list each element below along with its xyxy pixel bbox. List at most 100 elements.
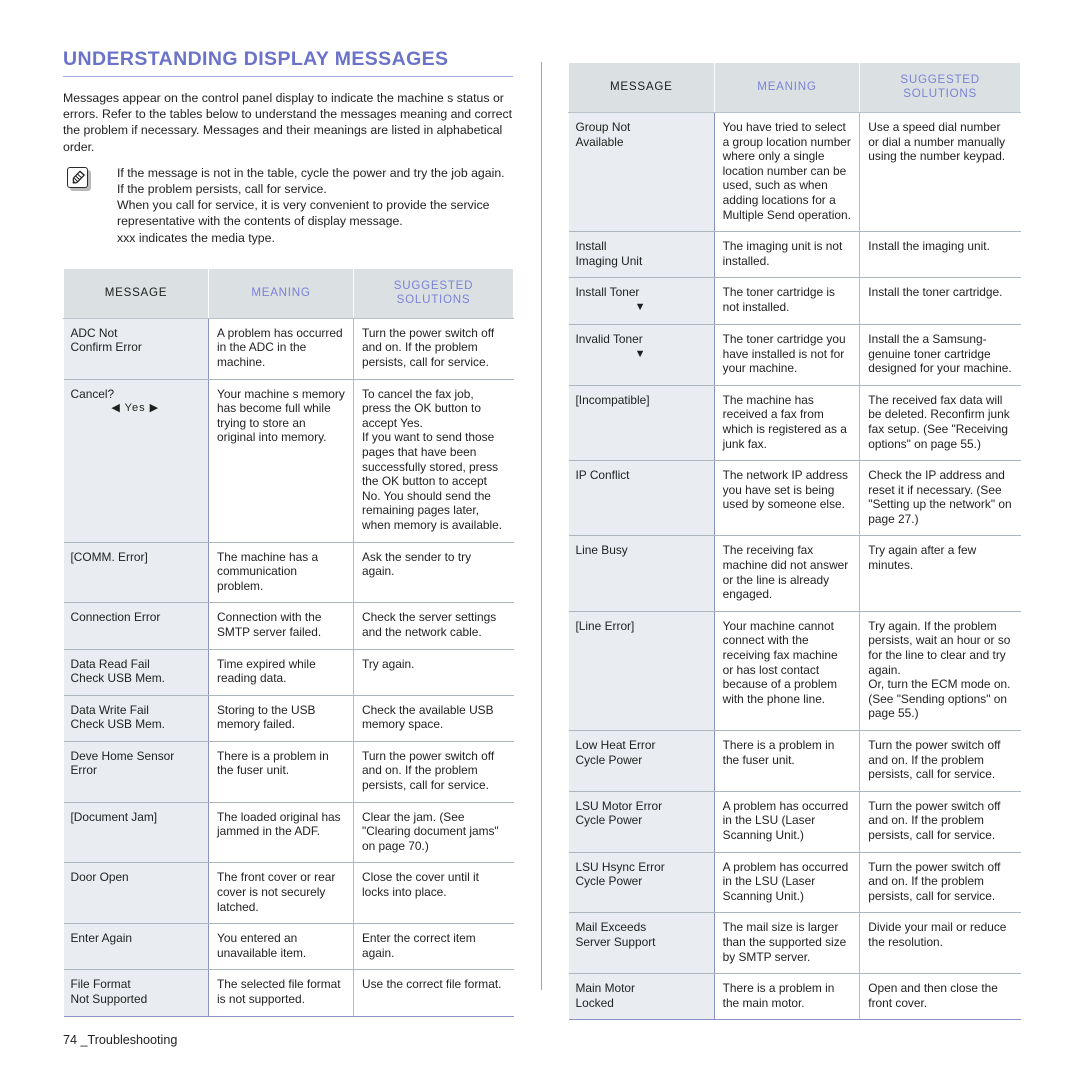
- solution-text: Open and then close the front cover.: [868, 981, 1002, 1010]
- table-row: Door Open The front cover or rear cover i…: [63, 862, 514, 925]
- page-title: UNDERSTANDING DISPLAY MESSAGES: [63, 48, 449, 70]
- left-table-body: ADC Not Confirm Error A problem has occur…: [63, 318, 514, 1017]
- message-text: Invalid Toner: [575, 331, 643, 346]
- meaning-text: The imaging unit is not installed.: [722, 239, 846, 268]
- meaning-text: You have tried to select a group locatio…: [722, 120, 855, 222]
- note-pen-icon: [67, 166, 91, 191]
- display-messages-table-left: MESSAGE MEANING SUGGESTED SOLUTIONS ADC …: [63, 267, 514, 1017]
- table-row: [COMM. Error] The machine has a communica…: [63, 542, 514, 604]
- cell-suggested-solution: Turn the power switch off and on. If the…: [353, 318, 514, 380]
- message-arrow-glyphs-icon: ◀ Yes ▶: [111, 402, 160, 415]
- cell-meaning: You entered an unavailable item.: [208, 923, 354, 971]
- message-text: ADC Not Confirm Error: [70, 325, 142, 355]
- column-header-message: MESSAGE: [63, 267, 209, 319]
- message-text: Low Heat Error Cycle Power: [575, 738, 656, 767]
- solution-text: Clear the jam. (See "Clearing document j…: [362, 809, 502, 853]
- cell-suggested-solution: Turn the power switch off and on. If the…: [859, 730, 1021, 792]
- message-text: Line Busy: [575, 543, 628, 558]
- note-line-1: If the message is not in the table, cycl…: [117, 165, 509, 197]
- meaning-text: The mail size is larger than the support…: [722, 920, 850, 964]
- solution-text: Install the imaging unit.: [868, 239, 990, 254]
- message-text: [Line Error]: [575, 618, 635, 633]
- meaning-text: There is a problem in the fuser unit.: [722, 738, 838, 767]
- note-text: If the message is not in the table, cycl…: [117, 165, 513, 246]
- meaning-text: The front cover or rear cover is not sec…: [217, 870, 339, 914]
- cell-message: Install Toner ▼: [568, 277, 715, 325]
- table-row: LSU Hsync Error Cycle Power A problem has…: [568, 852, 1021, 914]
- cell-suggested-solution: Try again.: [353, 649, 514, 696]
- message-text: File Format Not Supported: [70, 977, 148, 1007]
- meaning-text: The toner cartridge is not installed.: [722, 285, 839, 314]
- cell-message: Door Open: [63, 862, 209, 925]
- meaning-text: The machine has a communication problem.: [217, 549, 322, 593]
- cell-suggested-solution: Use the correct file format.: [353, 969, 514, 1017]
- table-row: Main Motor Locked There is a problem in t…: [568, 973, 1021, 1021]
- meaning-text: Your machine cannot connect with the rec…: [722, 618, 841, 706]
- cell-suggested-solution: Close the cover until it locks into plac…: [353, 862, 514, 925]
- cell-meaning: There is a problem in the fuser unit.: [208, 741, 354, 803]
- column-divider: [541, 62, 542, 990]
- note-line-3: xxx indicates the media type.: [117, 230, 275, 245]
- meaning-text: The loaded original has jammed in the AD…: [217, 809, 344, 839]
- table-row: Mail Exceeds Server Support The mail size…: [568, 912, 1021, 975]
- message-arrow-glyphs-icon: ▼: [634, 347, 647, 360]
- column-header-suggested: SUGGESTED: [900, 73, 980, 86]
- cell-message: [Incompatible]: [568, 385, 715, 462]
- table-row: Install Imaging Unit The imaging unit is …: [568, 231, 1021, 279]
- cell-suggested-solution: Try again. If the problem persists, wait…: [859, 611, 1021, 732]
- meaning-text: You entered an unavailable item.: [217, 931, 307, 960]
- cell-meaning: The machine has received a fax from whic…: [714, 385, 861, 462]
- cell-message: ADC Not Confirm Error: [63, 318, 209, 380]
- cell-meaning: The receiving fax machine did not answer…: [714, 535, 861, 612]
- meaning-text: Your machine s memory has become full wh…: [217, 386, 349, 445]
- cell-suggested-solution: Install the toner cartridge.: [859, 277, 1021, 325]
- solution-text: Try again. If the problem persists, wait…: [868, 618, 1011, 721]
- message-text: Data Read Fail Check USB Mem.: [70, 656, 166, 686]
- cell-suggested-solution: The received fax data will be deleted. R…: [859, 385, 1021, 462]
- solution-text: Use the correct file format.: [362, 977, 502, 992]
- message-text: [Document Jam]: [70, 809, 158, 824]
- column-header-suggested-solutions: SUGGESTED SOLUTIONS: [353, 267, 514, 319]
- right-table-body: Group Not Available You have tried to sel…: [568, 112, 1021, 1021]
- cell-meaning: Your machine s memory has become full wh…: [208, 379, 354, 543]
- solution-text: Install the a Samsung-genuine toner cart…: [868, 331, 1012, 376]
- cell-meaning: The loaded original has jammed in the AD…: [208, 802, 354, 864]
- cell-meaning: A problem has occurred in the ADC in the…: [208, 318, 354, 380]
- table-row: [Incompatible] The machine has received a…: [568, 385, 1021, 462]
- cell-message: Group Not Available: [568, 112, 715, 233]
- message-text: [COMM. Error]: [70, 549, 148, 564]
- cell-meaning: The front cover or rear cover is not sec…: [208, 862, 354, 925]
- cell-message: Data Read Fail Check USB Mem.: [63, 649, 209, 696]
- meaning-text: The machine has received a fax from whic…: [722, 392, 851, 451]
- message-text: Connection Error: [70, 610, 161, 625]
- cell-meaning: The machine has a communication problem.: [208, 542, 354, 604]
- column-header-suggested: SUGGESTED: [393, 278, 474, 292]
- message-text: Install Imaging Unit: [575, 239, 643, 268]
- message-text: Install Toner: [575, 285, 640, 300]
- meaning-text: The selected file format is not supporte…: [217, 977, 344, 1007]
- table-row: Connection Error Connection with the SMTP…: [63, 602, 514, 650]
- column-header-suggested-solutions: SUGGESTED SOLUTIONS: [859, 62, 1021, 113]
- cell-meaning: Storing to the USB memory failed.: [208, 695, 354, 742]
- cell-meaning: There is a problem in the fuser unit.: [714, 730, 861, 792]
- message-text: IP Conflict: [575, 468, 630, 483]
- solution-text: Check the available USB memory space.: [362, 702, 497, 732]
- cell-message: LSU Hsync Error Cycle Power: [568, 852, 715, 914]
- title-underline: [63, 76, 513, 77]
- cell-suggested-solution: Check the available USB memory space.: [353, 695, 514, 742]
- solution-text: Close the cover until it locks into plac…: [362, 870, 483, 900]
- table-row: Invalid Toner ▼ The toner cartridge you ha…: [568, 324, 1021, 386]
- cell-meaning: Connection with the SMTP server failed.: [208, 602, 354, 650]
- cell-message: [Document Jam]: [63, 802, 209, 864]
- intro-paragraph: Messages appear on the control panel dis…: [63, 91, 513, 154]
- message-text: Group Not Available: [575, 120, 631, 149]
- meaning-text: There is a problem in the main motor.: [722, 981, 838, 1010]
- cell-meaning: There is a problem in the main motor.: [714, 973, 861, 1021]
- meaning-text: The network IP address you have set is b…: [722, 468, 852, 512]
- solution-text: Turn the power switch off and on. If the…: [362, 748, 498, 793]
- meaning-text: The receiving fax machine did not answer…: [722, 543, 852, 602]
- note-line-2: When you call for service, it is very co…: [117, 198, 493, 229]
- solution-text: Try again after a few minutes.: [868, 543, 980, 573]
- message-text: Door Open: [70, 870, 129, 885]
- message-text: LSU Hsync Error Cycle Power: [575, 859, 665, 889]
